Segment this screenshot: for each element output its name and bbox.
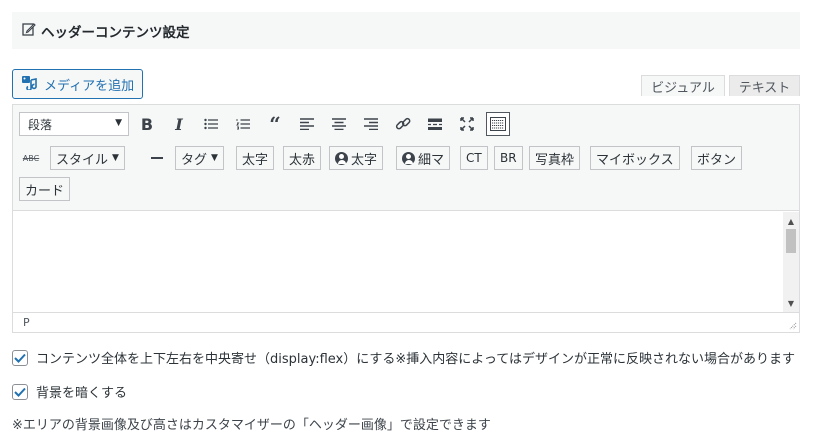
option-dark-background[interactable]: 背景を暗くする (12, 382, 127, 401)
chevron-down-icon: ▼ (211, 153, 218, 163)
person-narrow-button[interactable]: 細マ (396, 146, 451, 170)
ct-button[interactable]: CT (460, 146, 488, 170)
horizontal-line-icon[interactable] (145, 146, 169, 170)
element-path[interactable]: P (23, 316, 30, 329)
resize-handle-icon[interactable] (787, 320, 797, 330)
scroll-down-icon[interactable]: ▼ (783, 296, 799, 310)
br-button[interactable]: BR (494, 146, 523, 170)
fullscreen-icon[interactable] (455, 112, 479, 136)
editor-statusbar: P (13, 312, 799, 332)
button-button[interactable]: ボタン (691, 146, 743, 170)
dark-background-checkbox[interactable] (12, 383, 28, 400)
chevron-down-icon: ▼ (115, 118, 122, 128)
strikethrough-icon[interactable]: ABC (19, 146, 43, 170)
style-dropdown[interactable]: スタイル ▼ (50, 146, 125, 170)
numbered-list-icon[interactable] (231, 112, 255, 136)
tag-dropdown-label: タグ (181, 152, 208, 168)
person-narrow-label: 細マ (418, 152, 445, 168)
editor: 段落 ▼ B I “ ABC スタイル ▼ タグ ▼ 太字 太赤 太字 細マ C… (12, 104, 800, 333)
editor-toolbar: 段落 ▼ B I “ ABC スタイル ▼ タグ ▼ 太字 太赤 太字 細マ C… (13, 105, 799, 211)
add-media-label: メディアを追加 (44, 78, 135, 94)
my-box-button[interactable]: マイボックス (590, 146, 680, 170)
person-bold-label: 太字 (351, 152, 378, 168)
media-icon (21, 75, 38, 94)
panel-title: ヘッダーコンテンツ設定 (41, 24, 190, 41)
tab-visual[interactable]: ビジュアル (641, 75, 725, 96)
tag-dropdown[interactable]: タグ ▼ (175, 146, 224, 170)
toolbar-toggle-icon[interactable] (486, 112, 510, 136)
bold-icon[interactable]: B (135, 112, 159, 136)
italic-icon[interactable]: I (167, 112, 191, 136)
read-more-icon[interactable] (423, 112, 447, 136)
bold-red-button[interactable]: 太赤 (283, 146, 322, 170)
option-flex-center[interactable]: コンテンツ全体を上下左右を中央寄せ（display:flex）にする※挿入内容に… (12, 348, 795, 367)
align-left-icon[interactable] (295, 112, 319, 136)
edit-icon (22, 21, 36, 40)
user-circle-icon (402, 151, 415, 165)
person-bold-button[interactable]: 太字 (329, 146, 384, 170)
check-icon (14, 353, 26, 363)
bold-text-button[interactable]: 太字 (236, 146, 275, 170)
content-editable-area[interactable]: ▲ ▼ (13, 212, 799, 312)
check-icon (14, 387, 26, 397)
scroll-thumb[interactable] (786, 229, 796, 253)
scrollbar[interactable]: ▲ ▼ (783, 212, 799, 312)
photo-frame-button[interactable]: 写真枠 (529, 146, 581, 170)
flex-center-label: コンテンツ全体を上下左右を中央寄せ（display:flex）にする※挿入内容に… (36, 352, 795, 367)
style-dropdown-label: スタイル (56, 152, 109, 168)
bullet-list-icon[interactable] (199, 112, 223, 136)
help-note: ※エリアの背景画像及び高さはカスタマイザーの「ヘッダー画像」で設定できます (12, 418, 491, 433)
scroll-up-icon[interactable]: ▲ (783, 214, 799, 228)
user-circle-icon (335, 151, 348, 165)
dark-background-label: 背景を暗くする (36, 386, 128, 401)
link-icon[interactable] (391, 112, 415, 136)
panel-header: ヘッダーコンテンツ設定 (12, 12, 800, 49)
align-right-icon[interactable] (359, 112, 383, 136)
align-center-icon[interactable] (327, 112, 351, 136)
add-media-button[interactable]: メディアを追加 (12, 69, 144, 99)
chevron-down-icon: ▼ (112, 153, 119, 163)
format-select-value: 段落 (28, 117, 53, 132)
flex-center-checkbox[interactable] (12, 349, 28, 366)
blockquote-icon[interactable]: “ (263, 112, 287, 136)
tab-text[interactable]: テキスト (729, 75, 800, 96)
format-select[interactable]: 段落 ▼ (19, 112, 129, 136)
card-button[interactable]: カード (19, 177, 71, 201)
